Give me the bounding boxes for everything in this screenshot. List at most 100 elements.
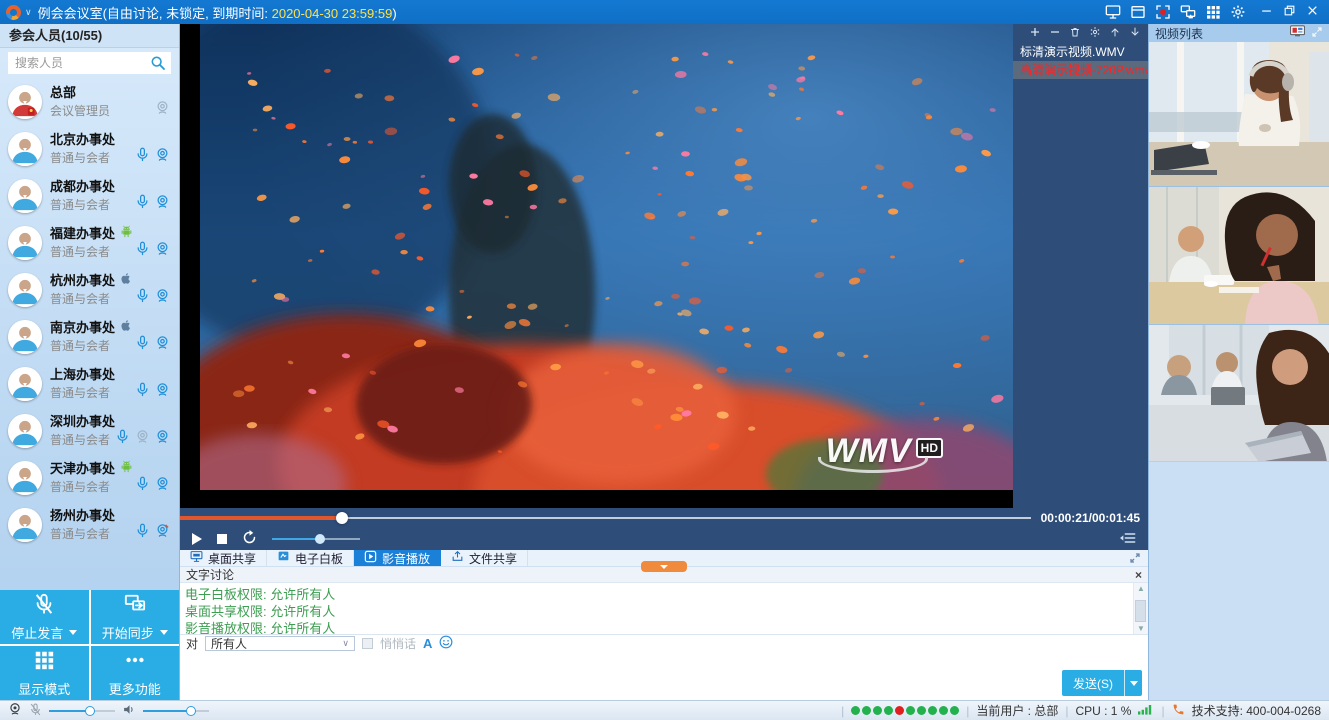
- mic-icon[interactable]: [135, 147, 150, 165]
- record-icon[interactable]: [1155, 4, 1171, 20]
- mic-icon[interactable]: [135, 382, 150, 400]
- volume-handle[interactable]: [315, 534, 325, 544]
- send-options-caret[interactable]: [1125, 670, 1142, 696]
- minimize-button[interactable]: [1260, 4, 1273, 20]
- speaker-volume-slider[interactable]: [143, 705, 209, 717]
- playlist-delete-icon[interactable]: [1069, 26, 1081, 41]
- camera-gray-icon[interactable]: [135, 429, 150, 447]
- settings-icon[interactable]: [1230, 4, 1246, 20]
- mic-volume-slider[interactable]: [49, 705, 115, 717]
- window-capture-icon[interactable]: [1130, 4, 1146, 20]
- mic-icon[interactable]: [135, 523, 150, 541]
- display-mode-icon[interactable]: [1205, 4, 1221, 20]
- restore-button[interactable]: [1283, 4, 1296, 20]
- participant-row[interactable]: 南京办事处普通与会者: [0, 313, 179, 360]
- volume-slider[interactable]: [272, 532, 360, 546]
- speaker-icon[interactable]: [122, 703, 136, 719]
- tab-media-play[interactable]: 影音播放: [354, 550, 441, 566]
- playlist-remove-icon[interactable]: [1049, 26, 1061, 41]
- participant-row[interactable]: 深圳办事处普通与会者: [0, 407, 179, 454]
- playlist-item[interactable]: 高清演示视频-720P.wmv删除: [1013, 61, 1148, 79]
- font-tool-icon[interactable]: A: [423, 636, 432, 651]
- participant-row[interactable]: 上海办事处普通与会者: [0, 360, 179, 407]
- chat-close-icon[interactable]: ×: [1135, 569, 1142, 581]
- send-button[interactable]: 发送(S): [1062, 670, 1142, 696]
- seek-bar[interactable]: [180, 508, 1031, 528]
- camera-icon[interactable]: [155, 429, 170, 447]
- hd-badge: HD: [916, 438, 943, 458]
- action-button-grid[interactable]: 显示模式: [0, 646, 89, 700]
- scroll-up-icon[interactable]: ▲: [1137, 584, 1145, 593]
- camera-icon[interactable]: [155, 288, 170, 306]
- camera-icon[interactable]: [155, 194, 170, 212]
- playlist-move-up-icon[interactable]: [1109, 26, 1121, 41]
- tab-desktop-share[interactable]: 桌面共享: [180, 550, 267, 566]
- network-share-icon[interactable]: [1180, 4, 1196, 20]
- app-menu-caret-icon[interactable]: ∨: [25, 7, 32, 18]
- emoji-icon[interactable]: [439, 635, 453, 652]
- participant-row[interactable]: 杭州办事处普通与会者: [0, 266, 179, 313]
- mic-volume-handle[interactable]: [85, 706, 95, 716]
- camera-icon[interactable]: [155, 241, 170, 259]
- camera-icon[interactable]: [155, 147, 170, 165]
- mic-icon[interactable]: [135, 241, 150, 259]
- support-label: 技术支持: 400-004-0268: [1192, 702, 1321, 719]
- mic-icon[interactable]: [135, 476, 150, 494]
- participant-row[interactable]: 天津办事处普通与会者: [0, 454, 179, 501]
- app-logo-icon[interactable]: [6, 5, 21, 20]
- send-label[interactable]: 发送(S): [1062, 670, 1125, 696]
- video-player[interactable]: WMV HD: [180, 24, 1013, 508]
- tab-fullscreen-icon[interactable]: [1129, 550, 1148, 566]
- chat-collapse-handle[interactable]: [641, 561, 687, 572]
- participant-row[interactable]: 扬州办事处普通与会者: [0, 501, 179, 548]
- participant-row[interactable]: 福建办事处普通与会者: [0, 219, 179, 266]
- select-caret-icon: ∨: [342, 638, 349, 649]
- recipient-select[interactable]: 所有人 ∨: [205, 636, 355, 651]
- tab-whiteboard[interactable]: 电子白板: [267, 550, 354, 566]
- action-button-mic-off[interactable]: 停止发言: [0, 590, 89, 644]
- speaker-volume-handle[interactable]: [186, 706, 196, 716]
- mic-icon[interactable]: [135, 335, 150, 353]
- search-icon[interactable]: [150, 55, 166, 74]
- video-thumbnail-woman-tablet[interactable]: [1149, 325, 1329, 462]
- scroll-down-icon[interactable]: ▼: [1137, 624, 1145, 633]
- seek-handle[interactable]: [336, 512, 348, 524]
- video-thumbnail-meeting-room[interactable]: [1149, 187, 1329, 325]
- action-button-sync-screens[interactable]: 开始同步: [91, 590, 180, 644]
- search-input[interactable]: [8, 52, 171, 74]
- local-webcam-icon[interactable]: [8, 702, 22, 719]
- playlist-settings-icon[interactable]: [1089, 26, 1101, 41]
- mic-icon[interactable]: [115, 429, 130, 447]
- playlist-move-down-icon[interactable]: [1129, 26, 1141, 41]
- playlist-add-icon[interactable]: [1029, 26, 1041, 41]
- expand-panel-icon[interactable]: [1311, 26, 1323, 41]
- camera-icon[interactable]: [155, 476, 170, 494]
- camera-live-icon[interactable]: [155, 523, 170, 541]
- playlist-item[interactable]: 标清演示视频.WMV: [1013, 43, 1148, 61]
- whisper-checkbox[interactable]: [362, 638, 373, 649]
- camera-gray-icon[interactable]: [155, 100, 170, 118]
- close-button[interactable]: [1306, 4, 1319, 20]
- participant-avatar: [8, 508, 42, 542]
- scroll-thumb[interactable]: [1135, 600, 1146, 622]
- participant-row[interactable]: 总部会议管理员: [0, 78, 179, 125]
- stop-button[interactable]: [217, 534, 227, 544]
- mic-icon[interactable]: [135, 194, 150, 212]
- tab-file-share[interactable]: 文件共享: [441, 550, 528, 566]
- camera-icon[interactable]: [155, 335, 170, 353]
- participants-sidebar: 参会人员(10/55) 总部会议管理员北京办事处普通与会者成都办事处普通与会者福…: [0, 24, 180, 700]
- broadcast-screen-icon[interactable]: [1290, 25, 1305, 41]
- mic-icon[interactable]: [135, 288, 150, 306]
- screen-share-icon[interactable]: [1105, 4, 1121, 20]
- replay-button[interactable]: [242, 530, 257, 548]
- participant-row[interactable]: 成都办事处普通与会者: [0, 172, 179, 219]
- participant-row[interactable]: 北京办事处普通与会者: [0, 125, 179, 172]
- camera-icon[interactable]: [155, 382, 170, 400]
- mic-muted-icon[interactable]: [29, 703, 42, 719]
- playlist-toggle-icon[interactable]: [1120, 531, 1136, 548]
- video-thumbnail-woman-headset[interactable]: [1149, 42, 1329, 187]
- play-button[interactable]: [192, 533, 202, 545]
- action-button-more[interactable]: 更多功能: [91, 646, 180, 700]
- chat-scrollbar[interactable]: ▲ ▼: [1133, 583, 1148, 634]
- message-input[interactable]: 发送(S): [180, 652, 1148, 700]
